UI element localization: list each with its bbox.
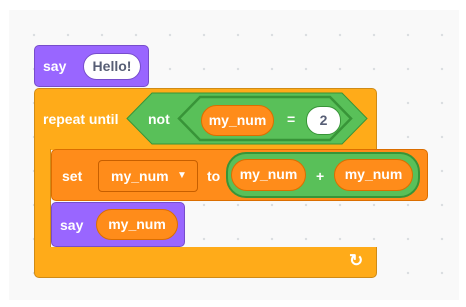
- repeat-until-arm[interactable]: [34, 149, 51, 249]
- loop-arrow-icon: ↻: [349, 251, 364, 270]
- repeat-until-keyword: repeat until: [43, 111, 119, 127]
- equals-value-input[interactable]: 2: [306, 106, 341, 135]
- my-num-reporter[interactable]: my_num: [201, 105, 274, 136]
- not-keyword: not: [148, 111, 170, 127]
- plus-sign: +: [316, 168, 325, 184]
- variable-dropdown-label: my_num: [111, 168, 169, 184]
- to-keyword: to: [207, 168, 221, 184]
- say-keyword: say: [43, 58, 67, 74]
- my-num-reporter[interactable]: my_num: [334, 159, 413, 191]
- variable-dropdown[interactable]: my_num ▼: [98, 160, 198, 192]
- say-message-input[interactable]: Hello!: [83, 53, 141, 80]
- say-hello-block[interactable]: say Hello!: [34, 45, 149, 87]
- my-num-reporter[interactable]: my_num: [96, 209, 178, 240]
- my-num-reporter[interactable]: my_num: [231, 159, 306, 191]
- repeat-until-footer[interactable]: ↻: [34, 247, 377, 278]
- set-keyword: set: [62, 168, 83, 184]
- say-keyword: say: [60, 217, 84, 233]
- scripts-area[interactable]: say Hello! repeat until ↻ not my_num = 2…: [9, 10, 459, 300]
- equals-sign: =: [287, 111, 296, 127]
- say-variable-block[interactable]: say my_num: [51, 202, 185, 247]
- chevron-down-icon: ▼: [177, 170, 187, 181]
